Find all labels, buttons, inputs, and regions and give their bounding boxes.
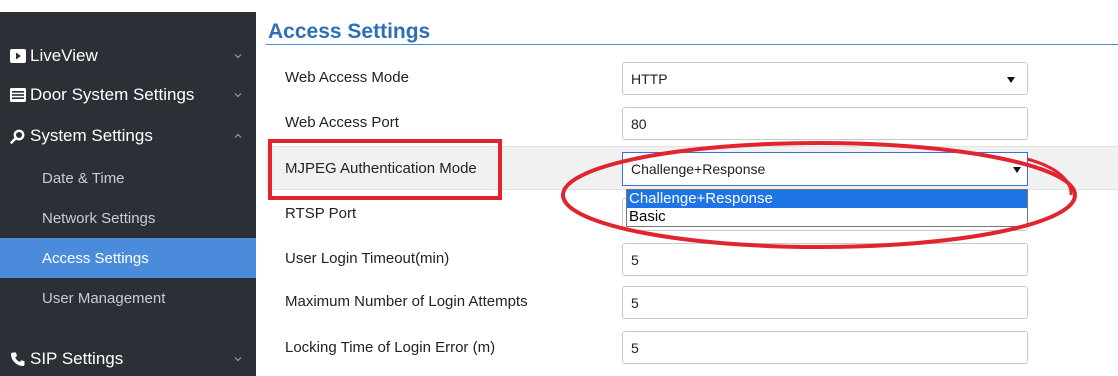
dropdown-arrow-icon bbox=[1007, 76, 1015, 83]
sidebar-section-label: System Settings bbox=[30, 126, 153, 145]
sidebar: LiveView Door System Settings System Set… bbox=[0, 12, 256, 376]
sidebar-item-label: Network Settings bbox=[42, 209, 156, 227]
page-title: Access Settings bbox=[268, 20, 431, 43]
sidebar-item-label: User Management bbox=[42, 289, 166, 307]
sidebar-item-access-settings[interactable]: Access Settings bbox=[0, 238, 256, 278]
web-access-mode-label: Web Access Mode bbox=[285, 69, 409, 86]
locking-time-label: Locking Time of Login Error (m) bbox=[285, 339, 496, 356]
chevron-down-icon bbox=[234, 93, 242, 98]
title-divider bbox=[266, 44, 1118, 45]
sidebar-section-label: Door System Settings bbox=[30, 85, 195, 104]
sidebar-section-system-settings[interactable]: System Settings bbox=[0, 116, 256, 156]
sidebar-section-door-system-settings[interactable]: Door System Settings bbox=[0, 75, 256, 115]
web-access-port-label: Web Access Port bbox=[285, 114, 399, 131]
play-icon bbox=[10, 48, 26, 64]
door-panel-icon bbox=[10, 87, 26, 103]
user-login-timeout-value: 5 bbox=[631, 251, 639, 268]
web-access-mode-select[interactable]: HTTP bbox=[622, 62, 1028, 95]
web-access-port-input[interactable]: 80 bbox=[622, 107, 1028, 140]
phone-icon bbox=[10, 351, 26, 367]
annotation-ellipse bbox=[561, 141, 1077, 249]
sidebar-item-date-time[interactable]: Date & Time bbox=[0, 158, 256, 198]
sidebar-section-label: SIP Settings bbox=[30, 349, 124, 368]
sidebar-item-user-management[interactable]: User Management bbox=[0, 278, 256, 318]
sidebar-item-label: Date & Time bbox=[42, 169, 125, 187]
chevron-down-icon bbox=[234, 54, 242, 59]
user-login-timeout-label: User Login Timeout(min) bbox=[285, 250, 450, 267]
chevron-up-icon bbox=[234, 133, 242, 138]
gear-icon bbox=[10, 128, 26, 144]
sidebar-section-liveview[interactable]: LiveView bbox=[0, 36, 256, 76]
web-access-port-value: 80 bbox=[631, 115, 647, 132]
rtsp-port-label: RTSP Port bbox=[285, 205, 357, 222]
max-login-attempts-value: 5 bbox=[631, 294, 639, 311]
sidebar-item-label: Access Settings bbox=[42, 249, 149, 267]
locking-time-input[interactable]: 5 bbox=[622, 331, 1028, 364]
max-login-attempts-label: Maximum Number of Login Attempts bbox=[285, 293, 528, 310]
web-access-mode-value: HTTP bbox=[631, 70, 668, 87]
chevron-down-icon bbox=[234, 357, 242, 362]
sidebar-section-label: LiveView bbox=[30, 46, 98, 65]
sidebar-item-network-settings[interactable]: Network Settings bbox=[0, 198, 256, 238]
sidebar-section-sip-settings[interactable]: SIP Settings bbox=[0, 339, 256, 376]
max-login-attempts-input[interactable]: 5 bbox=[622, 286, 1028, 319]
locking-time-value: 5 bbox=[631, 339, 639, 356]
annotation-rectangle bbox=[268, 139, 502, 200]
